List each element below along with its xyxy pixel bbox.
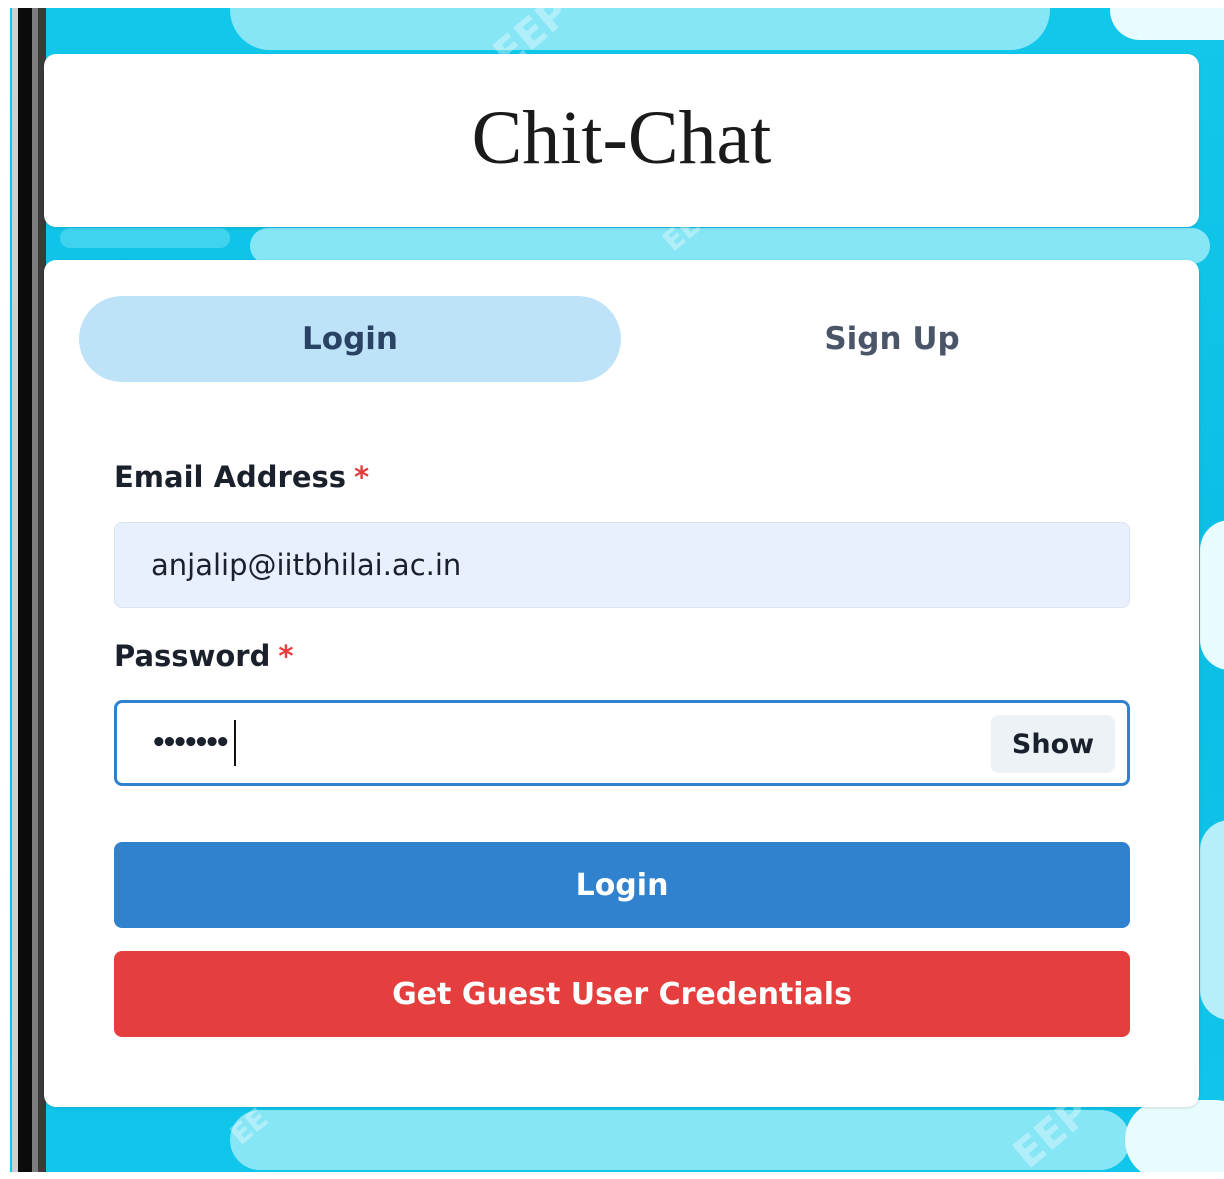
background-bubble — [1200, 820, 1224, 1020]
background-bubble — [250, 228, 1210, 264]
email-field[interactable]: anjalip@iitbhilai.ac.in — [114, 522, 1130, 608]
left-margin — [0, 0, 10, 1179]
password-value: ••••••• — [151, 703, 236, 783]
password-label-text: Password — [114, 639, 271, 673]
tab-signup[interactable]: Sign Up — [621, 296, 1163, 382]
top-margin — [0, 0, 1224, 8]
email-label-text: Email Address — [114, 460, 347, 494]
background-bubble — [60, 228, 230, 248]
show-password-button[interactable]: Show — [991, 715, 1115, 773]
text-caret — [233, 720, 236, 766]
required-mark: * — [354, 460, 370, 494]
required-mark: * — [278, 639, 294, 673]
app-title: Chit-Chat — [471, 96, 772, 180]
login-button[interactable]: Login — [114, 842, 1130, 928]
password-field[interactable]: ••••••• Show — [114, 700, 1130, 786]
bottom-margin — [0, 1172, 1224, 1179]
guest-credentials-button[interactable]: Get Guest User Credentials — [114, 951, 1130, 1037]
email-value: anjalip@iitbhilai.ac.in — [151, 548, 462, 582]
background-bubble — [1125, 1100, 1224, 1179]
background-bubble — [1200, 520, 1224, 670]
password-dots: ••••••• — [151, 728, 231, 758]
email-label: Email Address * — [114, 460, 369, 494]
password-label: Password * — [114, 639, 294, 673]
window-edge — [18, 8, 32, 1172]
app-header-card: Chit-Chat — [44, 54, 1199, 227]
auth-card: Login Sign Up Email Address * anjalip@iit… — [44, 260, 1199, 1107]
tab-login[interactable]: Login — [79, 296, 621, 382]
background-bubble — [230, 1110, 1130, 1170]
